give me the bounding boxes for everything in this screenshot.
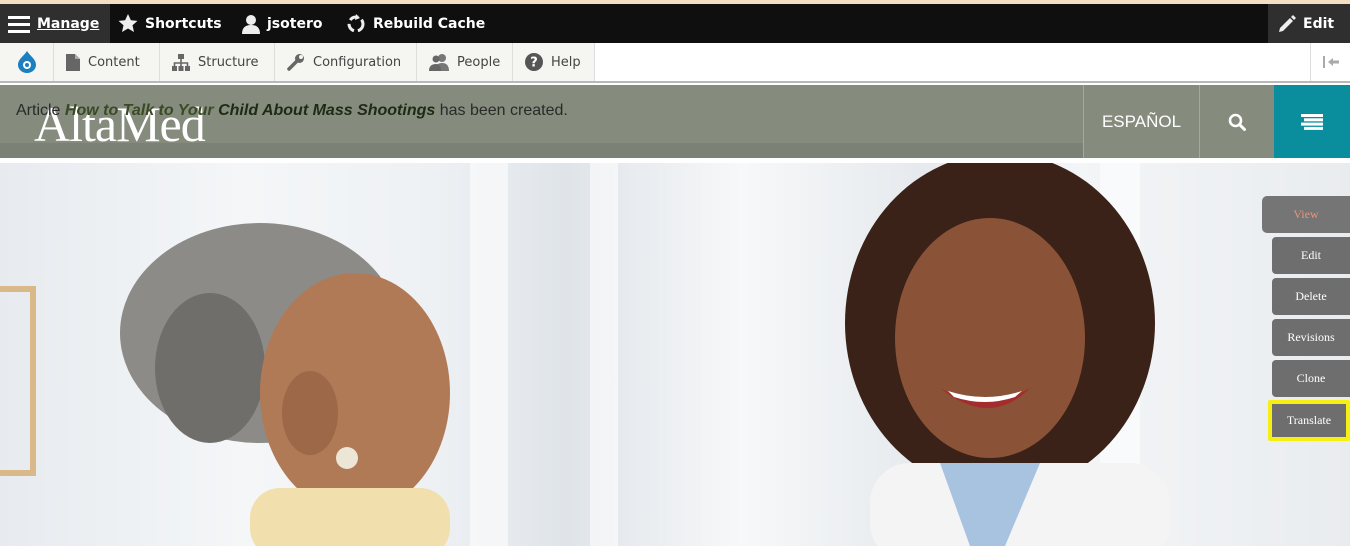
tray-item-label: Structure [198,54,259,70]
svg-text:?: ? [530,56,538,71]
edit-mode-button[interactable]: Edit [1268,4,1350,43]
wrench-icon [287,54,304,71]
header-search-button[interactable] [1199,85,1274,158]
hero-image [0,163,1350,546]
site-header: AltaMed Article How to Talk to Your Chil… [0,85,1350,158]
edit-mode-label: Edit [1303,15,1335,32]
article-link-start[interactable]: How to Talk to Your [65,102,214,119]
main-menu-button[interactable] [1274,85,1350,158]
hamburger-icon [8,15,30,33]
tab-revisions[interactable]: Revisions [1272,319,1350,356]
search-icon [1228,113,1246,131]
shortcuts-button[interactable]: Shortcuts [118,4,222,43]
rebuild-cache-label: Rebuild Cache [373,15,486,32]
drupal-drop-icon [17,51,36,73]
user-button[interactable]: jsotero [242,4,322,43]
menu-icon [1301,113,1323,130]
tab-translate[interactable]: Translate [1268,400,1350,441]
collapse-left-icon [1322,56,1339,68]
tray-item-structure[interactable]: Structure [160,43,275,81]
window-blind-stripe [470,163,508,546]
tab-edit[interactable]: Edit [1272,237,1350,274]
manage-button[interactable]: Manage [0,4,110,43]
star-icon [118,14,138,32]
tray-item-people[interactable]: People [417,43,513,81]
manage-label: Manage [37,15,100,32]
user-label: jsotero [267,15,323,32]
user-icon [242,14,260,34]
language-switch-link[interactable]: ESPAÑOL [1083,85,1199,158]
tab-clone[interactable]: Clone [1272,360,1350,397]
file-icon [66,53,80,71]
help-icon: ? [525,53,543,71]
admin-toolbar: Manage Shortcuts jsotero Rebuild Cache E… [0,4,1350,43]
article-link-end[interactable]: Child About Mass Shootings [214,102,435,119]
tray-item-content[interactable]: Content [54,43,160,81]
recycle-icon [347,13,365,32]
admin-tray: Content Structure Configuration People ?… [0,43,1350,83]
tray-item-help[interactable]: ? Help [513,43,595,81]
shortcuts-label: Shortcuts [145,15,222,32]
tray-orientation-toggle[interactable] [1310,43,1350,81]
pencil-icon [1279,14,1296,32]
tab-delete[interactable]: Delete [1272,278,1350,315]
tray-item-label: Content [88,54,140,70]
sitemap-icon [172,53,190,71]
doctor-figure [845,163,1170,546]
tray-item-label: Help [551,54,581,70]
people-icon [429,54,449,71]
status-message: Article How to Talk to Your Child About … [16,102,568,120]
rebuild-cache-button[interactable]: Rebuild Cache [346,4,485,43]
tab-view[interactable]: View [1262,196,1350,233]
older-woman-figure [120,223,450,546]
picture-frame [0,286,36,476]
status-prefix: Article [16,102,65,119]
tray-item-configuration[interactable]: Configuration [275,43,417,81]
tray-item-label: People [457,54,501,70]
status-suffix: has been created. [435,102,568,119]
window-blind-stripe [590,163,618,546]
tray-item-label: Configuration [313,54,402,70]
drupal-home-link[interactable] [0,43,54,81]
